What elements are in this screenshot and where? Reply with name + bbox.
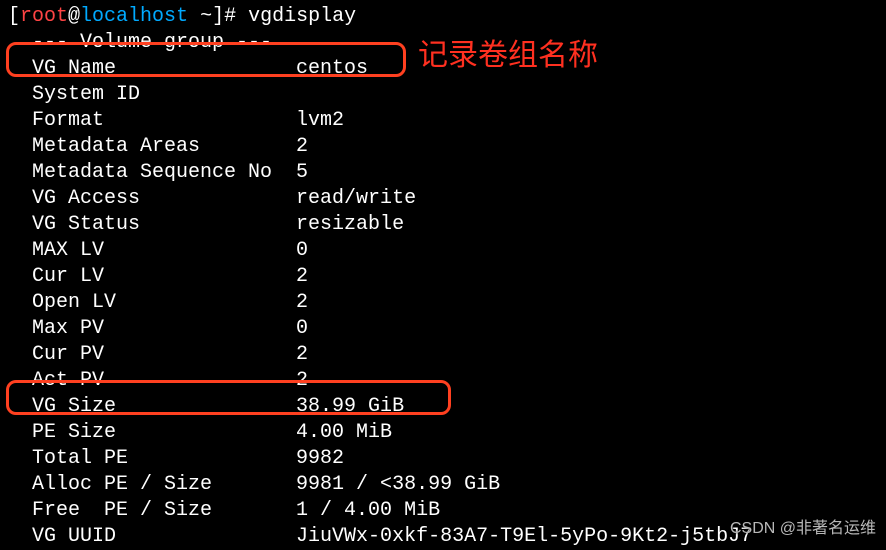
- output-row: MAX LV 0: [8, 238, 878, 264]
- watermark-text: CSDN @非著名运维: [730, 516, 876, 542]
- output-row: VG Size 38.99 GiB: [8, 394, 878, 420]
- output-row: Act PV 2: [8, 368, 878, 394]
- output-row: Cur LV 2: [8, 264, 878, 290]
- output-row: Open LV 2: [8, 290, 878, 316]
- output-row: Total PE 9982: [8, 446, 878, 472]
- output-row: VG Access read/write: [8, 186, 878, 212]
- output-row: Max PV 0: [8, 316, 878, 342]
- annotation-text: 记录卷组名称: [418, 43, 598, 69]
- prompt-host: localhost: [80, 5, 188, 28]
- output-row: Cur PV 2: [8, 342, 878, 368]
- output-rows: VG Name centos System ID Format lvm2 Met…: [8, 56, 878, 550]
- output-row: PE Size 4.00 MiB: [8, 420, 878, 446]
- prompt-user: root: [20, 5, 68, 28]
- prompt-at: @: [68, 5, 80, 28]
- prompt-suffix: ]#: [212, 5, 248, 28]
- output-row: VG Status resizable: [8, 212, 878, 238]
- output-row: Metadata Areas 2: [8, 134, 878, 160]
- command-text: vgdisplay: [248, 5, 356, 28]
- output-row: Alloc PE / Size 9981 / <38.99 GiB: [8, 472, 878, 498]
- output-row: System ID: [8, 82, 878, 108]
- prompt-line: [root@localhost ~]# vgdisplay: [8, 4, 878, 30]
- prompt-path: ~: [188, 5, 212, 28]
- output-row: Metadata Sequence No 5: [8, 160, 878, 186]
- output-row: Format lvm2: [8, 108, 878, 134]
